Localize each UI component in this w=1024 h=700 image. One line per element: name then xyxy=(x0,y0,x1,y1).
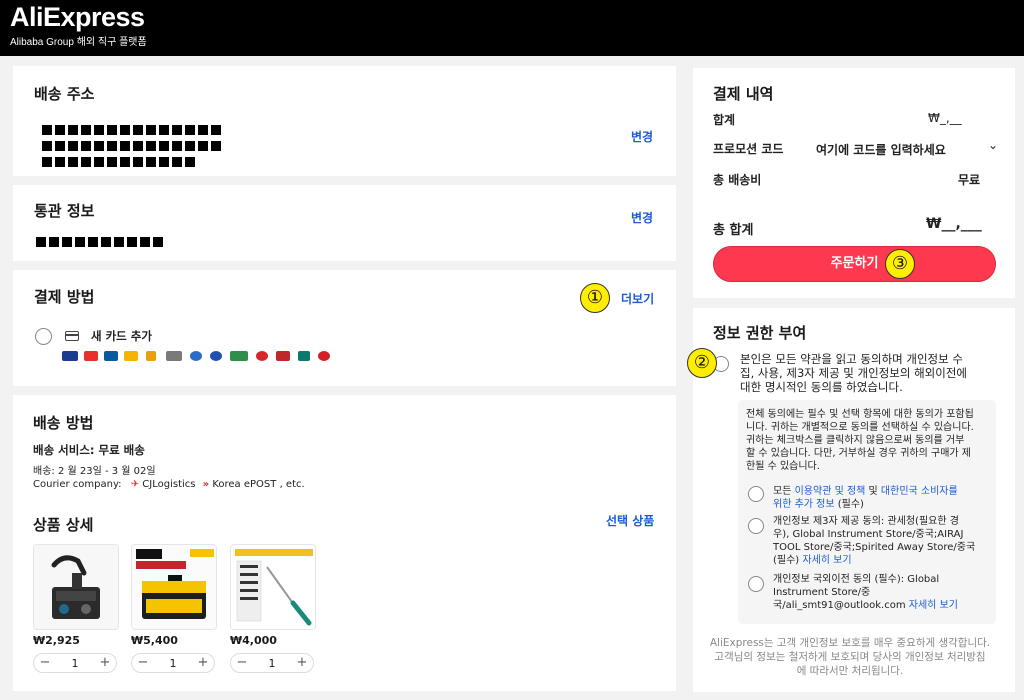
customs-info-card xyxy=(13,185,676,261)
amex-icon xyxy=(230,351,248,361)
courier-info: Courier company: ✈ CJLogistics » Korea e… xyxy=(33,479,305,490)
payment-brand-icon xyxy=(318,351,330,361)
payment-brand-icon xyxy=(298,351,310,361)
product-detail-title: 상품 상세 xyxy=(33,516,94,534)
courier-korea-post: Korea ePOST xyxy=(212,479,277,490)
total-value: ₩__,___ xyxy=(926,216,982,232)
consent-terms-text: 모든 이용약관 및 정책 및 대한민국 소비자를 위한 추가 정보 (필수) xyxy=(773,486,958,510)
masked-customs-code xyxy=(36,232,166,247)
shipping-fee-label: 총 배송비 xyxy=(713,173,762,187)
quantity-plus-button[interactable]: + xyxy=(196,655,210,670)
promo-code-input[interactable]: 여기에 코드를 입력하세요 xyxy=(816,141,946,158)
annotation-marker-3: ③ xyxy=(885,249,915,279)
payment-brand-icon xyxy=(166,351,182,361)
subtotal-value: ₩_,__ xyxy=(928,111,962,125)
visa-icon xyxy=(62,351,78,361)
place-order-button[interactable]: 주문하기 xyxy=(713,246,996,282)
add-card-label[interactable]: 새 카드 추가 xyxy=(91,328,152,344)
consent-overseas-text: 개인정보 국외이전 동의 (필수): Global Instrument Sto… xyxy=(773,574,958,611)
courier-suffix: , etc. xyxy=(279,479,305,490)
add-card-radio[interactable] xyxy=(35,328,52,345)
annotation-marker-2: ② xyxy=(687,348,717,378)
product-image-soldering-iron[interactable] xyxy=(230,544,316,630)
total-label: 총 합계 xyxy=(713,223,754,238)
additional-info-link[interactable]: 위한 추가 정보 xyxy=(773,499,835,510)
customs-change-link[interactable]: 변경 xyxy=(631,209,653,226)
consent-main-text: 본인은 모든 약관을 읽고 동의하며 개인정보 수 집, 사용, 제3자 제공 … xyxy=(740,352,967,394)
privacy-footer-note: AliExpress는 고객 개인정보 보호를 매우 중요하게 생각합니다. 고… xyxy=(709,637,991,677)
quantity-plus-button[interactable]: + xyxy=(98,655,112,670)
product-price: ₩2,925 xyxy=(33,634,80,647)
quantity-stepper: − 1 + xyxy=(33,653,117,673)
order-summary-title: 결제 내역 xyxy=(713,85,774,103)
chevron-down-icon[interactable]: ⌄ xyxy=(988,138,998,152)
delivery-date-label: 배송: 2 월 23일 - 3 월 02일 xyxy=(33,466,156,477)
masked-address-line xyxy=(42,152,198,167)
shipping-method-card xyxy=(13,395,676,691)
shipping-method-title: 배송 방법 xyxy=(33,414,94,432)
product-image-soldering-station[interactable] xyxy=(33,544,119,630)
annotation-marker-1: ① xyxy=(580,283,610,313)
consent-third-party-text: 개인정보 제3자 제공 동의: 관세청(필요한 경 우), Global Ins… xyxy=(773,516,976,566)
overseas-details-link[interactable]: 자세히 보기 xyxy=(909,600,958,611)
aliexpress-logo[interactable]: AliExpress xyxy=(10,2,145,33)
select-products-link[interactable]: 선택 상품 xyxy=(606,512,654,529)
payment-brand-icon xyxy=(190,351,202,361)
shipping-fee-value: 무료 xyxy=(958,173,981,187)
korea-consumer-link[interactable]: 대한민국 소비자를 xyxy=(881,486,958,497)
consent-terms-radio[interactable] xyxy=(748,486,764,502)
credit-card-icon xyxy=(65,331,79,341)
payment-brand-icon xyxy=(124,351,138,361)
top-bar: AliExpress Alibaba Group 해외 직구 플랫폼 xyxy=(0,0,1024,56)
customs-info-title: 통관 정보 xyxy=(34,202,95,220)
third-party-details-link[interactable]: 자세히 보기 xyxy=(802,555,851,566)
quantity-plus-button[interactable]: + xyxy=(295,655,309,670)
product-image-toolbox[interactable] xyxy=(131,544,217,630)
payment-brand-icon xyxy=(210,351,222,361)
payment-brand-icon xyxy=(146,351,156,361)
masked-address-line xyxy=(42,136,224,151)
promo-code-label: 프로모션 코드 xyxy=(713,142,784,156)
jcb-icon xyxy=(104,351,118,361)
soldering-station-image xyxy=(34,545,118,629)
subtotal-label: 합계 xyxy=(713,113,736,127)
address-change-link[interactable]: 변경 xyxy=(631,128,653,145)
soldering-iron-image xyxy=(231,545,315,629)
masked-address-line xyxy=(42,120,224,135)
toolbox-image xyxy=(132,545,216,629)
product-price: ₩5,400 xyxy=(131,634,178,647)
shipping-address-title: 배송 주소 xyxy=(34,85,95,103)
shipping-service-label: 배송 서비스: 무료 배송 xyxy=(33,443,145,457)
product-price: ₩4,000 xyxy=(230,634,277,647)
terms-policy-link[interactable]: 이용약관 및 정책 xyxy=(795,486,866,497)
courier-cj: CJLogistics xyxy=(142,479,196,490)
cj-logistics-icon: ✈ xyxy=(130,479,140,490)
consent-box-intro: 전체 동의에는 필수 및 선택 항목에 대한 동의가 포함됩 니다. 귀하는 개… xyxy=(746,409,974,472)
korea-post-icon: » xyxy=(202,479,210,490)
consent-overseas-radio[interactable] xyxy=(748,576,764,592)
quantity-stepper: − 1 + xyxy=(230,653,314,673)
payment-brand-icon xyxy=(276,351,290,361)
payment-brand-icon xyxy=(256,351,268,361)
logo-subtitle: Alibaba Group 해외 직구 플랫폼 xyxy=(10,37,147,48)
payment-more-link[interactable]: 더보기 xyxy=(621,290,654,307)
courier-prefix: Courier company: xyxy=(33,479,122,490)
consent-third-party-radio[interactable] xyxy=(748,518,764,534)
mastercard-icon xyxy=(84,351,98,361)
quantity-stepper: − 1 + xyxy=(131,653,215,673)
payment-method-title: 결제 방법 xyxy=(34,288,95,306)
consent-title: 정보 권한 부여 xyxy=(713,324,807,342)
